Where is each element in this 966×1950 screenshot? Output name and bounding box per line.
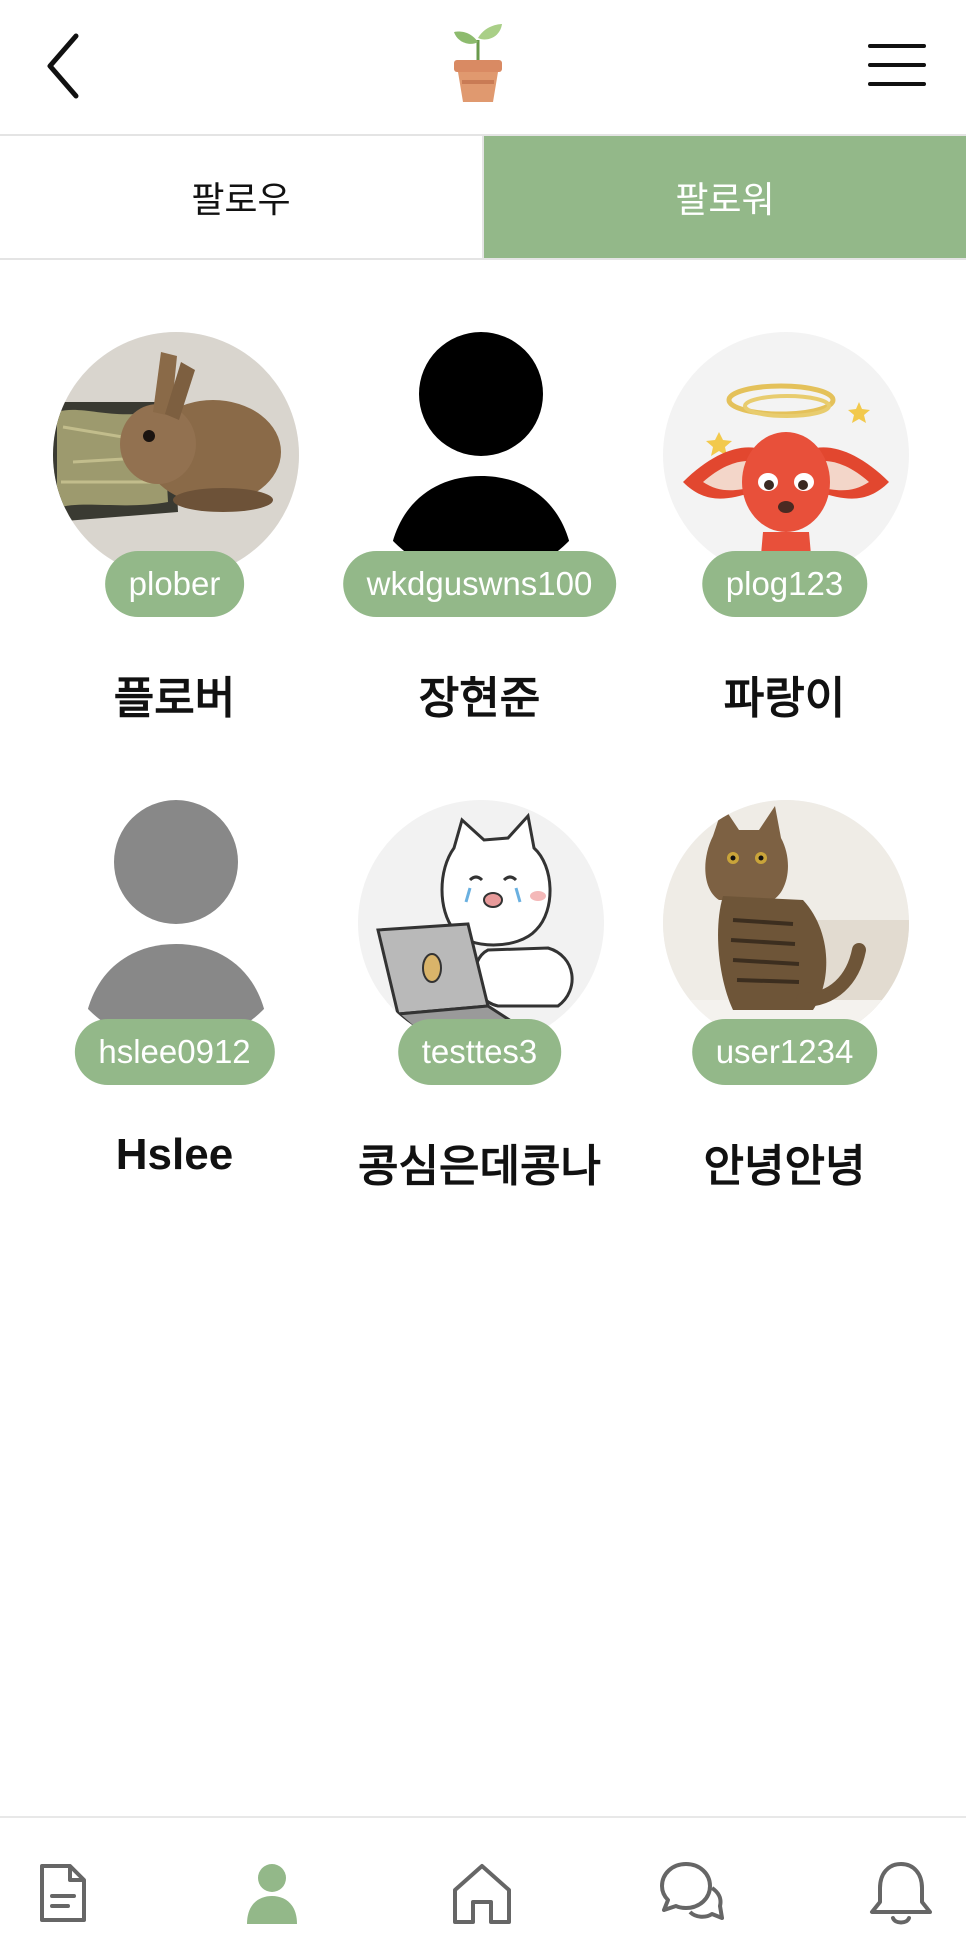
home-icon bbox=[453, 1864, 511, 1924]
hamburger-menu-icon bbox=[868, 44, 926, 86]
back-button[interactable] bbox=[36, 22, 92, 112]
user-id-badge: plober bbox=[104, 551, 245, 617]
follow-tabs: 팔로우 팔로워 bbox=[0, 134, 966, 260]
bell-icon bbox=[870, 1862, 932, 1925]
tab-followers[interactable]: 팔로워 bbox=[484, 136, 966, 258]
user-name: 안녕안녕 bbox=[703, 1142, 866, 1191]
user-name: 장현준 bbox=[418, 674, 541, 723]
person-icon bbox=[247, 1864, 297, 1924]
nav-notifications[interactable] bbox=[866, 1858, 936, 1928]
nav-chat[interactable] bbox=[656, 1858, 726, 1928]
follower-card[interactable]: plober 플로버 bbox=[22, 332, 327, 800]
user-name: 플로버 bbox=[113, 674, 236, 723]
follower-card[interactable]: wkdguswns100 장현준 bbox=[327, 332, 632, 800]
user-name: 콩심은데콩나 bbox=[358, 1142, 601, 1191]
avatar-rabbit-photo bbox=[53, 332, 299, 578]
user-name: Hslee bbox=[115, 1130, 234, 1179]
user-id-badge: wkdguswns100 bbox=[342, 551, 617, 617]
tab-following[interactable]: 팔로우 bbox=[0, 136, 484, 258]
nav-home[interactable] bbox=[447, 1858, 517, 1928]
user-name: 파랑이 bbox=[723, 674, 846, 723]
follower-grid: plober 플로버 wkdguswns100 장현준 plog123 파랑이 … bbox=[0, 332, 966, 1268]
default-avatar-icon bbox=[358, 332, 604, 578]
follower-card[interactable]: hslee0912 Hslee bbox=[22, 800, 327, 1268]
avatar-cartoon-fox bbox=[663, 332, 909, 578]
nav-profile[interactable] bbox=[237, 1858, 307, 1928]
chevron-left-icon bbox=[47, 33, 79, 99]
avatar-cartoon-cat-laptop bbox=[358, 800, 604, 1046]
app-header bbox=[0, 0, 966, 134]
nav-document[interactable] bbox=[28, 1858, 98, 1928]
avatar-tabby-cat-photo bbox=[663, 800, 909, 1046]
user-id-badge: hslee0912 bbox=[74, 1019, 275, 1085]
user-id-badge: testtes3 bbox=[397, 1019, 562, 1085]
follower-card[interactable]: testtes3 콩심은데콩나 bbox=[327, 800, 632, 1268]
follower-card[interactable]: plog123 파랑이 bbox=[632, 332, 937, 800]
document-icon bbox=[40, 1864, 86, 1922]
sprout-pot-icon bbox=[446, 20, 510, 104]
menu-button[interactable] bbox=[862, 38, 932, 92]
user-id-badge: plog123 bbox=[701, 551, 868, 617]
user-id-badge: user1234 bbox=[691, 1019, 878, 1085]
default-avatar-icon bbox=[53, 800, 299, 1046]
chat-icon bbox=[660, 1862, 724, 1920]
follower-card[interactable]: user1234 안녕안녕 bbox=[632, 800, 937, 1268]
bottom-navigation bbox=[0, 1816, 966, 1950]
